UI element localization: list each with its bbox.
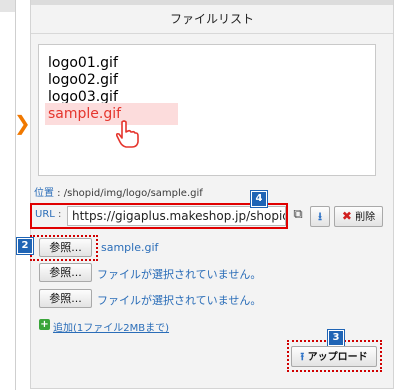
file-item-selected[interactable]: sample.gif xyxy=(45,103,178,125)
file-path: 位置 : /shopid/img/logo/sample.gif xyxy=(34,184,203,199)
panel-title: ファイルリスト xyxy=(31,5,393,34)
download-button[interactable]: ⭳ xyxy=(310,206,330,227)
upload-label: アップロード xyxy=(307,352,368,363)
upload-button[interactable]: ⭱ アップロード xyxy=(291,346,377,367)
left-panel xyxy=(0,0,16,390)
upload-file-status: sample.gif xyxy=(101,241,159,254)
url-separator: : xyxy=(54,209,62,220)
browse-button[interactable]: 参照... xyxy=(39,238,92,257)
plus-icon[interactable]: + xyxy=(39,319,50,330)
add-more-link[interactable]: 追加(1ファイル2MBまで) xyxy=(53,319,169,334)
upload-icon: ⭱ xyxy=(300,350,305,363)
delete-button[interactable]: ✖ 削除 xyxy=(334,206,383,227)
url-field[interactable]: https://gigaplus.makeshop.jp/shopid/img/… xyxy=(67,206,286,226)
path-value: /shopid/img/logo/sample.gif xyxy=(63,188,203,199)
file-list[interactable]: logo01.gif logo02.gif logo03.gif sample.… xyxy=(38,44,376,176)
upload-file-status: ファイルが選択されていません。 xyxy=(97,268,262,281)
badge-browse: 2 xyxy=(17,238,33,254)
external-link-icon[interactable]: ⧉ xyxy=(290,207,306,223)
delete-label: 削除 xyxy=(355,212,376,223)
path-separator: : xyxy=(54,188,64,199)
upload-file-status: ファイルが選択されていません。 xyxy=(97,294,262,307)
delete-x-icon: ✖ xyxy=(341,209,352,223)
path-label: 位置 xyxy=(34,188,54,199)
hand-pointer-icon xyxy=(115,120,139,148)
download-icon: ⭳ xyxy=(318,210,322,223)
url-label-text: URL xyxy=(35,209,55,220)
badge-url: 4 xyxy=(251,191,267,207)
left-panel-bar xyxy=(0,0,15,12)
badge-upload: 3 xyxy=(328,330,344,346)
url-label: URL : xyxy=(35,209,61,220)
browse-button[interactable]: 参照... xyxy=(39,289,92,308)
browse-button[interactable]: 参照... xyxy=(39,263,92,282)
